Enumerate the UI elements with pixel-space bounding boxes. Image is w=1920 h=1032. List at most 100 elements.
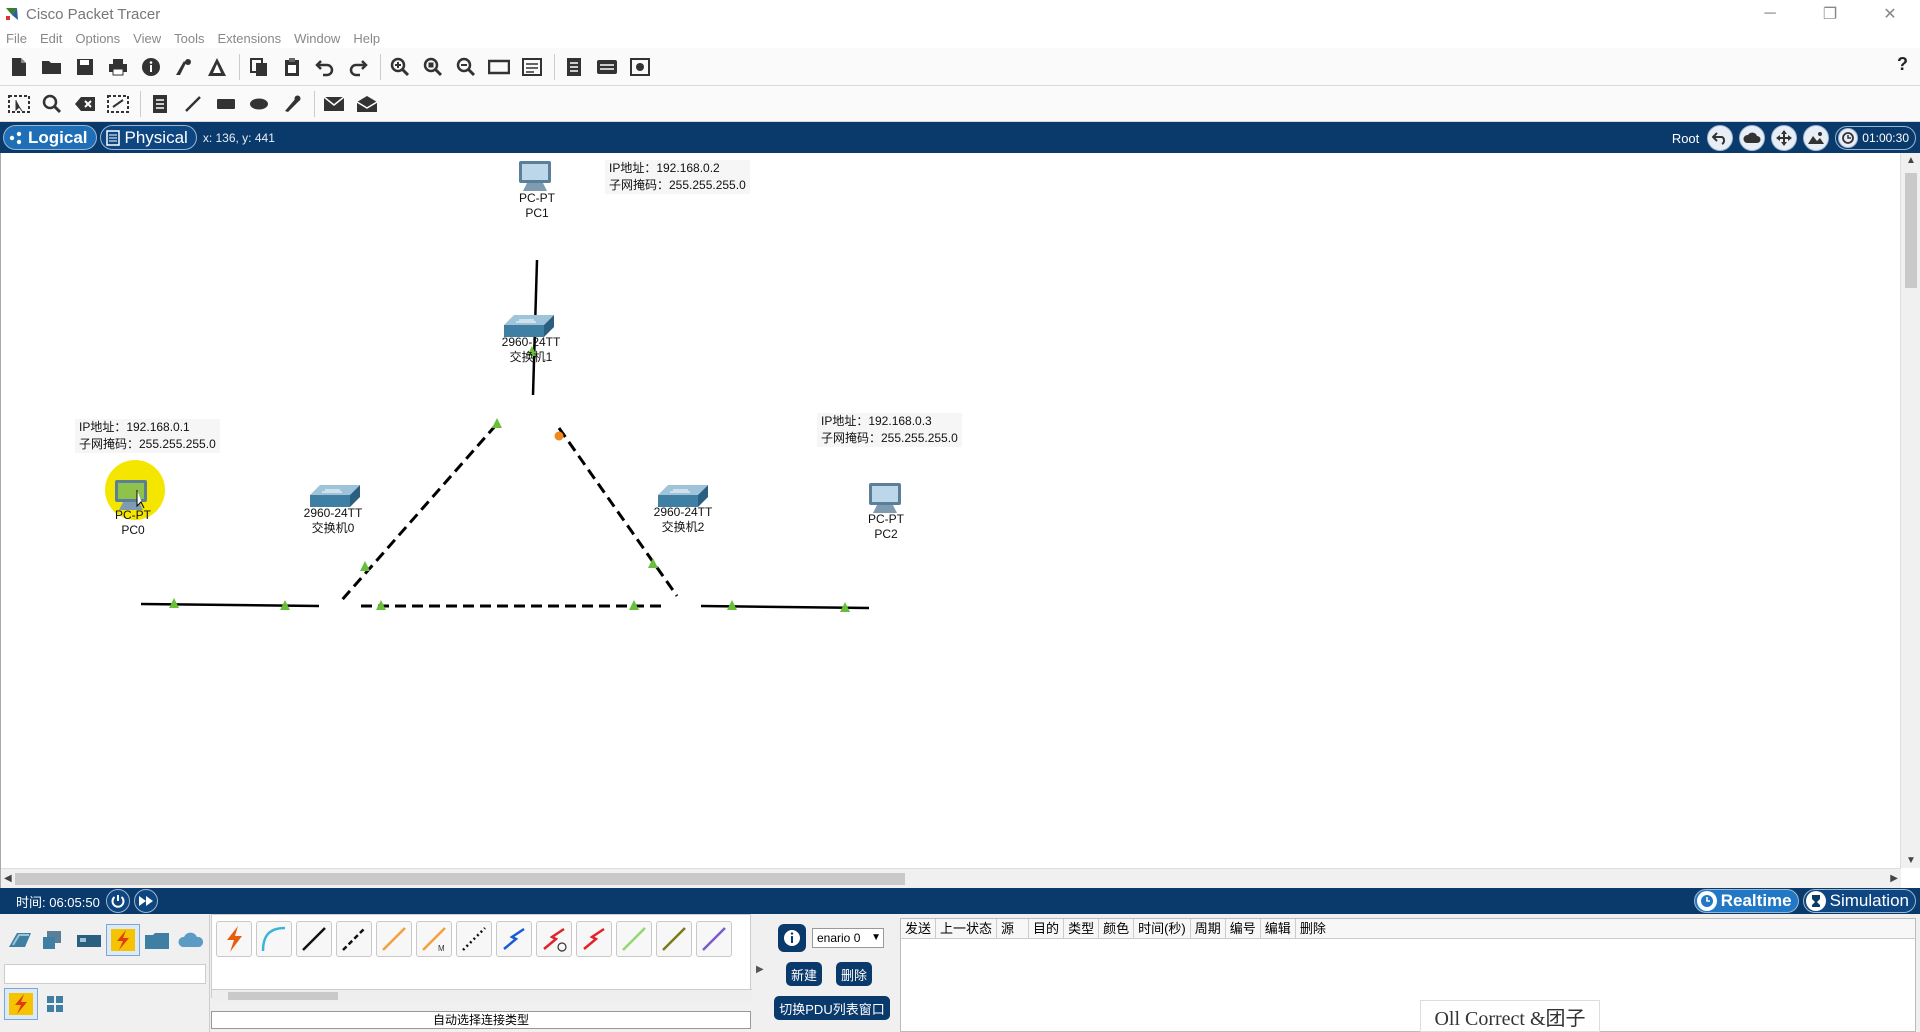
menu-file[interactable]: File: [6, 31, 27, 46]
scroll-left-icon[interactable]: ◀: [4, 873, 12, 884]
new-scenario-button[interactable]: 新建: [786, 962, 822, 986]
set-background-icon[interactable]: [1803, 125, 1830, 151]
menu-help[interactable]: Help: [353, 31, 380, 46]
freeform-icon[interactable]: [279, 91, 305, 117]
wireless-cable-icon[interactable]: [696, 921, 732, 957]
pdu-col-destination[interactable]: 目的: [1029, 919, 1065, 938]
complex-pdu-icon[interactable]: [354, 91, 380, 117]
zoom-reset-icon[interactable]: [420, 54, 446, 80]
toggle-pdu-list-button[interactable]: 切换PDU列表窗口: [774, 996, 890, 1020]
redo-icon[interactable]: [345, 54, 371, 80]
switch0-icon[interactable]: [310, 485, 360, 507]
copper-cross-icon[interactable]: [336, 921, 372, 957]
line-icon[interactable]: [180, 91, 206, 117]
pc1-icon[interactable]: [519, 161, 551, 191]
menu-options[interactable]: Options: [75, 31, 120, 46]
move-object-icon[interactable]: [1771, 125, 1798, 151]
pdu-col-delete[interactable]: 删除: [1296, 919, 1330, 938]
structured-cabling-icon[interactable]: [38, 988, 72, 1020]
end-devices-icon[interactable]: [38, 924, 72, 956]
link-sw0-sw2[interactable]: [361, 600, 661, 610]
network-wizard-icon[interactable]: [171, 54, 197, 80]
auto-connection-icon[interactable]: [216, 921, 252, 957]
pdu-col-time[interactable]: 时间(秒): [1134, 919, 1191, 938]
note-pc1[interactable]: IP地址：192.168.0.2 子网掩码：255.255.255.0: [605, 160, 750, 194]
logical-workspace[interactable]: IP地址：192.168.0.2 子网掩码：255.255.255.0 IP地址…: [0, 153, 1920, 888]
link-sw2-pc2[interactable]: [700, 600, 870, 612]
horizontal-scrollbar[interactable]: ◀ ▶: [1, 868, 1901, 888]
menu-view[interactable]: View: [133, 31, 161, 46]
network-devices-icon[interactable]: [4, 924, 38, 956]
activity-wizard-icon[interactable]: [204, 54, 230, 80]
pdu-col-last-status[interactable]: 上一状态: [936, 919, 998, 938]
note-icon[interactable]: [147, 91, 173, 117]
zoom-out-icon[interactable]: [453, 54, 479, 80]
serial-dce-icon[interactable]: [496, 921, 532, 957]
multiuser-cloud-icon[interactable]: [174, 924, 208, 956]
connection-list-scroll-thumb[interactable]: [228, 992, 338, 1000]
menu-edit[interactable]: Edit: [40, 31, 62, 46]
octal-cable-icon[interactable]: [576, 921, 612, 957]
connection-list-scrollbar[interactable]: [212, 989, 752, 1001]
simple-pdu-icon[interactable]: [321, 91, 347, 117]
pdu-col-type[interactable]: 类型: [1064, 919, 1100, 938]
paste-icon[interactable]: [279, 54, 305, 80]
minimize-button[interactable]: ─: [1740, 0, 1800, 28]
zoom-in-icon[interactable]: [387, 54, 413, 80]
restore-button[interactable]: ❐: [1800, 0, 1860, 28]
delete-icon[interactable]: [72, 91, 98, 117]
open-icon[interactable]: [39, 54, 65, 80]
coaxial-icon[interactable]: [456, 921, 492, 957]
realtime-button[interactable]: Realtime: [1693, 889, 1799, 913]
scenario-select[interactable]: enario 0 ▼: [812, 928, 884, 948]
panel-collapse-icon[interactable]: ▶: [756, 964, 764, 975]
fiber-icon[interactable]: [376, 921, 412, 957]
phone-cable-icon[interactable]: M: [416, 921, 452, 957]
note-pc2[interactable]: IP地址：192.168.0.3 子网掩码：255.255.255.0: [817, 413, 962, 447]
link-pc0-sw0[interactable]: [140, 598, 320, 610]
menu-window[interactable]: Window: [294, 31, 340, 46]
resize-icon[interactable]: [105, 91, 131, 117]
power-cycle-icon[interactable]: [105, 889, 130, 913]
scroll-right-icon[interactable]: ▶: [1890, 873, 1898, 884]
vertical-scroll-thumb[interactable]: [1905, 173, 1917, 288]
drawing-palette-icon[interactable]: [486, 54, 512, 80]
switch2-icon[interactable]: [658, 485, 708, 507]
pdu-col-num[interactable]: 编号: [1226, 919, 1261, 938]
tab-logical[interactable]: Logical: [3, 125, 97, 150]
scroll-up-icon[interactable]: ▲: [1906, 155, 1916, 166]
new-cluster-icon[interactable]: [1739, 125, 1766, 151]
notes-icon[interactable]: [561, 54, 587, 80]
viewport-icon[interactable]: [1838, 128, 1859, 148]
new-icon[interactable]: [6, 54, 32, 80]
pdu-col-color[interactable]: 颜色: [1099, 919, 1135, 938]
misc-icon[interactable]: [140, 924, 174, 956]
iot-cable-icon[interactable]: [616, 921, 652, 957]
select-icon[interactable]: [6, 91, 32, 117]
usb-cable-icon[interactable]: [656, 921, 692, 957]
console-cable-icon[interactable]: [256, 921, 292, 957]
delete-scenario-button[interactable]: 删除: [836, 962, 872, 986]
custom-device-icon[interactable]: [519, 54, 545, 80]
components-icon[interactable]: [72, 924, 106, 956]
print-icon[interactable]: [105, 54, 131, 80]
tab-physical[interactable]: Physical: [99, 125, 197, 150]
serial-dte-icon[interactable]: [536, 921, 572, 957]
menu-extensions[interactable]: Extensions: [217, 31, 281, 46]
inspect-icon[interactable]: [39, 91, 65, 117]
scroll-down-icon[interactable]: ▼: [1906, 855, 1916, 866]
horizontal-scroll-thumb[interactable]: [15, 873, 905, 885]
switch1-icon[interactable]: [504, 315, 554, 337]
pdu-col-periodic[interactable]: 周期: [1191, 919, 1226, 938]
pdu-col-fire[interactable]: 发送: [901, 919, 937, 938]
vertical-scrollbar[interactable]: ▲ ▼: [1900, 153, 1920, 868]
copy-icon[interactable]: [246, 54, 272, 80]
topology-canvas[interactable]: [1, 153, 1901, 868]
undo-icon[interactable]: [312, 54, 338, 80]
close-button[interactable]: ✕: [1860, 0, 1920, 28]
scenario-info-icon[interactable]: [778, 924, 806, 952]
pdu-icon[interactable]: [594, 54, 620, 80]
connections-sub-icon[interactable]: [4, 988, 38, 1020]
back-icon[interactable]: [1707, 125, 1734, 151]
info-icon[interactable]: [138, 54, 164, 80]
